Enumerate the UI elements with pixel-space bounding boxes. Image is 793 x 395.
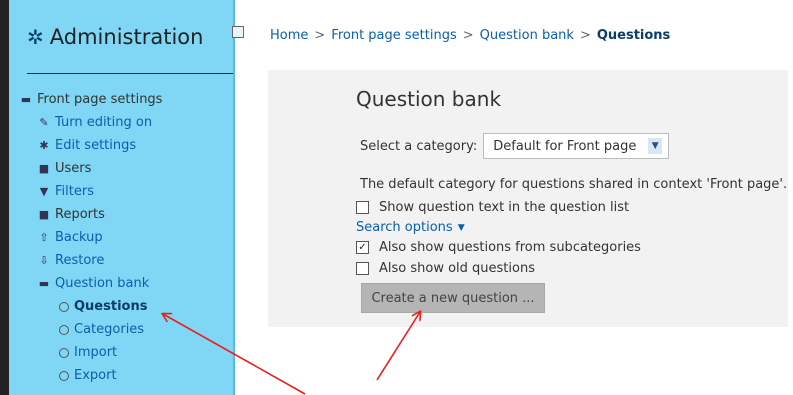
show-question-text-checkbox[interactable] xyxy=(356,201,369,214)
breadcrumb-front-page-settings[interactable]: Front page settings xyxy=(331,28,456,43)
breadcrumb-home[interactable]: Home xyxy=(270,28,308,43)
admin-sidebar: ✲ Administration ▬ Front page settings ✎… xyxy=(0,0,244,395)
breadcrumb: Home > Front page settings > Question bank > Q… xyxy=(270,28,670,43)
old-questions-label: Also show old questions xyxy=(379,261,535,276)
pencil-icon: ✎ xyxy=(39,116,49,129)
tree-item-filters[interactable]: ▼ Filters xyxy=(19,180,239,203)
breadcrumb-question-bank[interactable]: Question bank xyxy=(480,28,574,43)
tree-item-users[interactable]: ■ Users xyxy=(19,157,239,180)
sidebar-title: Administration xyxy=(49,25,204,49)
breadcrumb-current: Questions xyxy=(596,28,671,43)
category-label: Select a category: xyxy=(360,138,478,154)
category-select[interactable]: Default for Front page ▼ xyxy=(483,133,670,159)
tree-item-export[interactable]: Export xyxy=(19,364,239,387)
breadcrumb-separator: > xyxy=(462,28,474,43)
old-questions-checkbox[interactable] xyxy=(356,262,369,275)
circle-icon xyxy=(59,324,69,335)
tree-item-categories[interactable]: Categories xyxy=(19,318,239,341)
sidebar-header: ✲ Administration xyxy=(27,22,244,52)
dock-icon[interactable] xyxy=(232,26,244,38)
create-question-button[interactable]: Create a new question ... xyxy=(361,283,545,313)
download-icon: ⇩ xyxy=(39,254,49,267)
chevron-down-icon: ▼ xyxy=(648,138,663,154)
breadcrumb-separator: > xyxy=(314,28,326,43)
category-row: Select a category: Default for Front pag… xyxy=(360,133,670,159)
folder-open-icon: ▬ xyxy=(20,93,32,106)
circle-icon xyxy=(59,370,69,381)
admin-tree: ▬ Front page settings ✎ Turn editing on … xyxy=(19,88,239,387)
tree-item-backup[interactable]: ⇧ Backup xyxy=(19,226,239,249)
tree-item-import[interactable]: Import xyxy=(19,341,239,364)
search-options-toggle[interactable]: Search options ▼ xyxy=(356,220,465,235)
old-questions-option[interactable]: Also show old questions xyxy=(356,261,535,276)
subcategories-checkbox[interactable]: ✓ xyxy=(356,241,369,254)
category-description: The default category for questions share… xyxy=(360,177,788,192)
sidebar-divider xyxy=(27,73,233,74)
filter-icon: ▼ xyxy=(39,185,49,198)
folder-icon: ■ xyxy=(38,162,50,175)
subcategories-label: Also show questions from subcategories xyxy=(379,240,641,255)
tree-item-question-bank[interactable]: ▬ Question bank xyxy=(19,272,239,295)
show-question-text-option[interactable]: Show question text in the question list xyxy=(356,200,629,215)
tree-item-turn-editing-on[interactable]: ✎ Turn editing on xyxy=(19,111,239,134)
subcategories-option[interactable]: ✓ Also show questions from subcategories xyxy=(356,240,641,255)
caret-down-icon: ▼ xyxy=(457,222,465,233)
upload-icon: ⇧ xyxy=(39,231,49,244)
gears-icon: ✲ xyxy=(27,25,44,49)
breadcrumb-separator: > xyxy=(579,28,591,43)
search-options-label: Search options xyxy=(356,220,453,235)
folder-icon: ■ xyxy=(38,208,50,221)
cog-icon: ✱ xyxy=(39,139,49,152)
show-question-text-label: Show question text in the question list xyxy=(379,200,630,215)
tree-item-restore[interactable]: ⇩ Restore xyxy=(19,249,239,272)
tree-item-questions[interactable]: Questions xyxy=(19,295,239,318)
tree-item-edit-settings[interactable]: ✱ Edit settings xyxy=(19,134,239,157)
circle-icon xyxy=(59,301,69,312)
question-bank-panel: Question bank Select a category: Default… xyxy=(268,70,788,327)
circle-icon xyxy=(59,347,69,358)
page-title: Question bank xyxy=(356,87,502,111)
tree-item-front-page-settings[interactable]: ▬ Front page settings xyxy=(19,88,239,111)
category-select-value: Default for Front page xyxy=(493,138,637,154)
folder-open-icon: ▬ xyxy=(38,277,50,290)
tree-item-reports[interactable]: ■ Reports xyxy=(19,203,239,226)
